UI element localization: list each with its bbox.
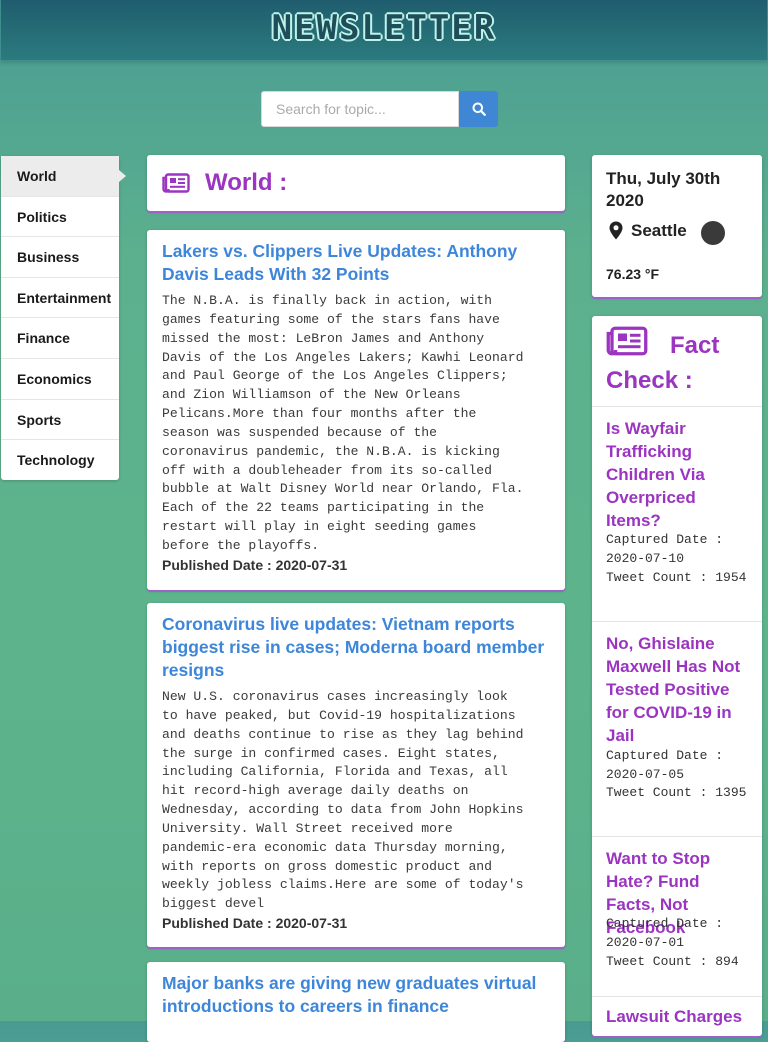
fact-check-title: Fact Check : xyxy=(606,332,720,394)
news-body: The N.B.A. is finally back in action, wi… xyxy=(162,293,524,553)
sidebar-item-sports[interactable]: Sports xyxy=(1,400,119,441)
fact-check-tweet-count: Tweet Count : 894 xyxy=(606,954,739,969)
weather-date: Thu, July 30th 2020 xyxy=(606,169,721,210)
news-card: Major banks are giving new graduates vir… xyxy=(147,962,565,1042)
news-body: New U.S. coronavirus cases increasingly … xyxy=(162,689,524,912)
site-logo[interactable]: NEWSLETTER xyxy=(1,8,767,48)
fact-check-captured-date: Captured Date : 2020-07-01 xyxy=(606,916,724,950)
news-title[interactable]: Lakers vs. Clippers Live Updates: Anthon… xyxy=(162,240,551,286)
sidebar-item-finance[interactable]: Finance xyxy=(1,318,119,359)
section-title: World : xyxy=(205,169,288,196)
sidebar-item-politics[interactable]: Politics xyxy=(1,197,119,238)
news-card: Coronavirus live updates: Vietnam report… xyxy=(147,603,565,947)
fact-check-tweet-count: Tweet Count : 1395 xyxy=(606,785,747,800)
news-title[interactable]: Coronavirus live updates: Vietnam report… xyxy=(162,613,551,682)
sidebar-item-economics[interactable]: Economics xyxy=(1,359,119,400)
fact-check-item: Is Wayfair Trafficking Children Via Over… xyxy=(592,406,762,621)
fact-check-item: No, Ghislaine Maxwell Has Not Tested Pos… xyxy=(592,621,762,836)
news-title[interactable]: Major banks are giving new graduates vir… xyxy=(162,972,551,1018)
fact-check-item: Lawsuit Charges xyxy=(592,996,762,1036)
fact-check-item-title[interactable]: Lawsuit Charges xyxy=(606,1005,752,1028)
search-input[interactable] xyxy=(261,91,459,127)
news-card: Lakers vs. Clippers Live Updates: Anthon… xyxy=(147,230,565,590)
section-header: World : xyxy=(147,155,565,211)
category-sidebar: World Politics Business Entertainment Fi… xyxy=(1,156,126,480)
header-bar: NEWSLETTER xyxy=(0,0,768,61)
sidebar-item-world[interactable]: World xyxy=(1,156,126,197)
news-date: Published Date : 2020-07-31 xyxy=(162,915,348,931)
sidebar-item-technology[interactable]: Technology xyxy=(1,440,119,480)
fact-check-item-title[interactable]: No, Ghislaine Maxwell Has Not Tested Pos… xyxy=(606,632,752,747)
weather-condition-icon xyxy=(701,221,725,245)
search-icon xyxy=(472,102,486,116)
fact-check-captured-date: Captured Date : 2020-07-10 xyxy=(606,532,724,566)
weather-card: Thu, July 30th 2020 Seattle 76.23 °F xyxy=(592,155,762,297)
map-pin-icon xyxy=(609,221,623,240)
fact-check-tweet-count: Tweet Count : 1954 xyxy=(606,570,747,585)
news-date: Published Date : 2020-07-31 xyxy=(162,557,348,573)
fact-check-item: Want to Stop Hate? Fund Facts, Not Faceb… xyxy=(592,836,762,997)
fact-check-panel: Fact Check : Is Wayfair Trafficking Chil… xyxy=(592,316,762,1036)
weather-temperature: 76.23 °F xyxy=(606,266,660,282)
weather-city: Seattle xyxy=(631,221,687,240)
fact-check-captured-date: Captured Date : 2020-07-05 xyxy=(606,748,724,782)
search-button[interactable] xyxy=(459,91,498,127)
sidebar-item-entertainment[interactable]: Entertainment xyxy=(1,278,119,319)
sidebar-item-business[interactable]: Business xyxy=(1,237,119,278)
fact-check-item-title[interactable]: Is Wayfair Trafficking Children Via Over… xyxy=(606,417,752,532)
newspaper-icon xyxy=(162,173,190,193)
